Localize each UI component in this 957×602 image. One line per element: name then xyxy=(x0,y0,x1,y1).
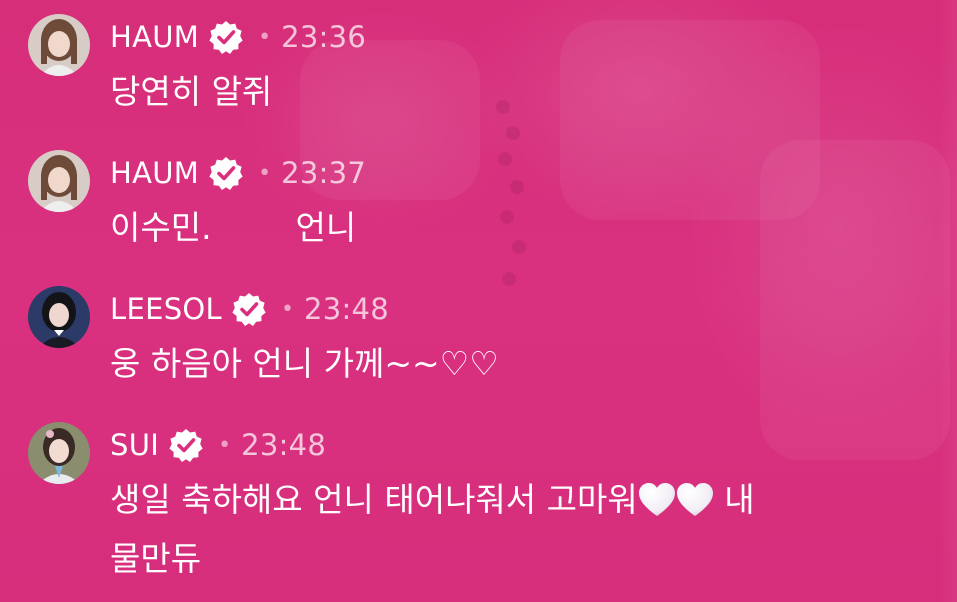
verified-badge-icon xyxy=(208,19,244,55)
avatar-haum[interactable] xyxy=(28,150,90,212)
comment-text: 생일 축하해요 언니 태어나줘서 고마워 내 물만듀 xyxy=(110,474,890,585)
separator-dot: • xyxy=(218,432,232,458)
separator-dot: • xyxy=(258,160,272,186)
comment-item: LEESOL • 23:48 웅 하음아 언니 가께~~♡♡ xyxy=(28,286,928,396)
comment-text: 이수민. 언니 xyxy=(110,208,357,247)
comment-text-body: 생일 축하해요 언니 태어나줘서 고마워 xyxy=(110,480,638,519)
username[interactable]: HAUM xyxy=(110,20,199,54)
avatar-leesol[interactable] xyxy=(28,286,90,348)
comment-item: HAUM • 23:36 당연히 알쥐 xyxy=(28,14,928,124)
comment-header: LEESOL • 23:48 xyxy=(110,290,389,328)
comment-time: 23:48 xyxy=(303,292,390,326)
comment-header: HAUM • 23:37 xyxy=(110,154,366,192)
comment-text-body: 웅 하음아 언니 가께~~ xyxy=(110,344,440,383)
username[interactable]: SUI xyxy=(110,428,159,462)
comment-item: HAUM • 23:37 이수민. 언니 xyxy=(28,150,928,260)
verified-badge-icon xyxy=(231,291,267,327)
right-edge-shade xyxy=(939,0,957,602)
comment-header: SUI • 23:48 xyxy=(110,426,326,464)
comment-text-body: 내 xyxy=(713,480,755,519)
separator-dot: • xyxy=(258,24,272,50)
avatar-sui[interactable] xyxy=(28,422,90,484)
comment-time: 23:37 xyxy=(281,156,367,190)
comment-header: HAUM • 23:36 xyxy=(110,18,366,56)
avatar-haum[interactable] xyxy=(28,14,90,76)
comment-item: SUI • 23:48 생일 축하해요 언니 태어나줘서 고마워 내 물만듀 xyxy=(28,422,928,592)
username[interactable]: HAUM xyxy=(110,156,199,190)
comment-time: 23:48 xyxy=(241,428,327,462)
comment-text: 당연히 알쥐 xyxy=(110,72,273,111)
verified-badge-icon xyxy=(168,427,204,463)
verified-badge-icon xyxy=(208,155,244,191)
comment-text-line2: 물만듀 xyxy=(110,539,202,578)
comment-text: 웅 하음아 언니 가께~~♡♡ xyxy=(110,338,890,390)
username[interactable]: LEESOL xyxy=(110,292,222,326)
comment-time: 23:36 xyxy=(281,20,367,54)
white-heart-icon xyxy=(676,481,714,533)
separator-dot: • xyxy=(281,296,294,322)
white-heart-icon xyxy=(638,481,676,533)
outline-hearts: ♡♡ xyxy=(439,344,499,383)
